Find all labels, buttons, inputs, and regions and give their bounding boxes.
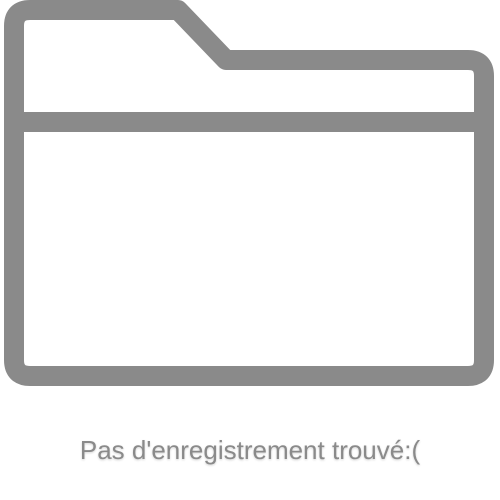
empty-state-panel: Pas d'enregistrement trouvé:( [0,0,500,500]
folder-icon [4,0,494,386]
empty-state-message: Pas d'enregistrement trouvé:( [79,435,421,465]
